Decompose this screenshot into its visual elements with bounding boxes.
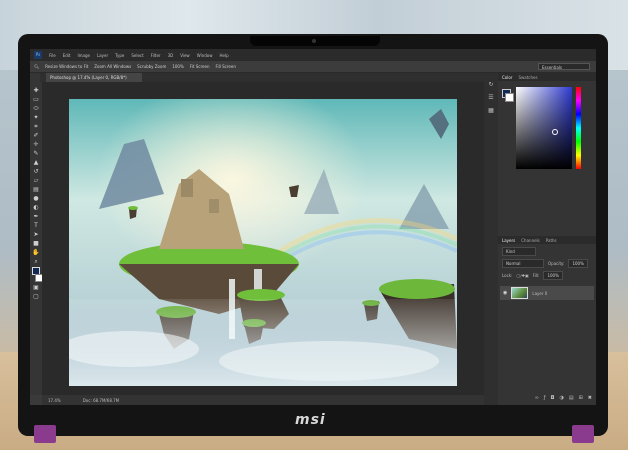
webcam-icon [312,39,316,43]
quick-mask-icon[interactable]: ▣ [32,284,40,291]
folder-icon[interactable]: ▤ [569,395,574,401]
laptop-screen: Ps File Edit Image Layer Type Select Fil… [30,49,596,405]
fx-icon[interactable]: ƒ [544,395,546,401]
hinge-right [572,425,594,443]
healing-icon[interactable]: ✛ [32,141,40,148]
photoshop-logo: Ps [34,51,42,59]
link-icon[interactable]: ∞ [535,395,539,401]
menu-view[interactable]: View [180,53,190,58]
hand-icon[interactable]: ✋ [32,249,40,256]
brush-icon[interactable]: ✎ [32,150,40,157]
eraser-icon[interactable]: ▱ [32,177,40,184]
menu-image[interactable]: Image [77,53,90,58]
zoom-tool-icon[interactable]: 🔍︎ [34,64,39,69]
menu-edit[interactable]: Edit [63,53,71,58]
properties-icon[interactable]: ☰ [487,94,495,101]
option-fit-screen-button[interactable]: Fit Screen [190,64,210,69]
panel-icon-strip: ↻ ☰ ▦ [484,73,498,405]
opacity-label: Opacity: [548,261,565,266]
document-tab-bar: Photoshop @ 17.4% (Layer 0, RGB/8*) [40,73,486,82]
eyedropper-icon[interactable]: ✐ [32,132,40,139]
lasso-icon[interactable]: ⬭ [32,105,40,112]
layer-name[interactable]: Layer 0 [532,291,547,296]
tab-color[interactable]: Color [502,75,512,80]
lock-label: Lock: [502,273,513,278]
menu-select[interactable]: Select [131,53,143,58]
eye-icon[interactable]: ◉ [503,290,507,296]
stamp-icon[interactable]: ▲ [32,159,40,166]
history-icon[interactable]: ↻ [487,81,495,88]
layer-thumbnail [511,287,529,299]
filter-row: Kind [502,247,592,256]
color-panel-background[interactable] [505,93,514,102]
menu-help[interactable]: Help [219,53,228,58]
hinge-left [34,425,56,443]
layers-footer: ∞ ƒ ◘ ◑ ▤ ⊞ ✖ [498,393,596,403]
pen-icon[interactable]: ✒ [32,213,40,220]
zoom-icon[interactable]: ⌕ [32,258,40,265]
brand-logo: msi [295,412,326,428]
menu-filter[interactable]: Filter [151,53,161,58]
lock-row: Lock: ▢∕✚▣ Fill: 100% [502,271,592,280]
opacity-input[interactable]: 100% [568,259,588,268]
quick-select-icon[interactable]: ✦ [32,114,40,121]
menu-window[interactable]: Window [197,53,213,58]
panel-dock: Color Swatches Layers Channels Paths Kin… [498,73,596,405]
blend-mode-select[interactable]: Normal [502,259,544,268]
libraries-icon[interactable]: ▦ [487,107,495,114]
menu-layer[interactable]: Layer [97,53,108,58]
status-bar: 17.4% Doc: 68.7M/68.7M [42,395,484,405]
lock-icon[interactable]: ▢∕✚▣ [516,273,528,278]
zoom-level[interactable]: 17.4% [48,398,61,403]
hue-slider[interactable] [576,87,581,169]
fill-label: Fill: [532,273,540,278]
menu-bar: Ps File Edit Image Layer Type Select Fil… [30,49,596,61]
color-picker-ring[interactable] [552,129,558,135]
blend-row: Normal Opacity: 100% [502,259,592,268]
menu-file[interactable]: File [49,53,56,58]
layers-panel: Layers Channels Paths Kind Normal Opacit… [498,236,596,300]
layers-panel-tabs: Layers Channels Paths [498,236,596,244]
document-tab[interactable]: Photoshop @ 17.4% (Layer 0, RGB/8*) [46,73,142,82]
option-100-button[interactable]: 100% [172,64,183,69]
type-icon[interactable]: T [32,222,40,229]
tab-paths[interactable]: Paths [546,238,557,243]
shape-icon[interactable]: ■ [32,240,40,247]
option-scrubby-zoom[interactable]: Scrubby Zoom [137,64,166,69]
move-icon[interactable]: ✚ [32,87,40,94]
screen-mode-icon[interactable]: ▢ [32,293,40,300]
menu-type[interactable]: Type [115,53,124,58]
history-brush-icon[interactable]: ↺ [32,168,40,175]
options-bar: 🔍︎ Resize Windows to Fit Zoom All Window… [30,61,596,73]
tab-channels[interactable]: Channels [521,238,540,243]
blur-icon[interactable]: ● [32,195,40,202]
dodge-icon[interactable]: ◐ [32,204,40,211]
workspace-select[interactable]: Essentials [538,63,590,70]
webcam-notch [250,36,380,46]
marquee-icon[interactable]: ▭ [32,96,40,103]
tools-panel: ✚ ▭ ⬭ ✦ ⌗ ✐ ✛ ✎ ▲ ↺ ▱ ▤ ● ◐ ✒ T ➤ ■ ✋ ⌕ … [30,73,43,395]
fill-input[interactable]: 100% [543,271,563,280]
kind-filter-select[interactable]: Kind [502,247,536,256]
mask-icon[interactable]: ◘ [551,395,555,401]
tab-swatches[interactable]: Swatches [518,75,537,80]
new-layer-icon[interactable]: ⊞ [579,395,583,401]
canvas-area[interactable] [42,82,484,395]
path-select-icon[interactable]: ➤ [32,231,40,238]
artwork-floating-islands [69,99,457,386]
color-panel-tabs: Color Swatches [498,73,596,81]
menu-3d[interactable]: 3D [168,53,174,58]
option-resize-windows[interactable]: Resize Windows to Fit [45,64,88,69]
layer-row[interactable]: ◉ Layer 0 [500,286,594,300]
option-fill-screen-button[interactable]: Fill Screen [216,64,236,69]
adjustment-icon[interactable]: ◑ [559,395,563,401]
color-field[interactable] [516,87,572,169]
gradient-icon[interactable]: ▤ [32,186,40,193]
crop-icon[interactable]: ⌗ [32,123,40,130]
trash-icon[interactable]: ✖ [588,395,592,401]
tab-layers[interactable]: Layers [502,238,515,243]
option-zoom-all[interactable]: Zoom All Windows [94,64,131,69]
doc-info: Doc: 68.7M/68.7M [82,397,120,403]
